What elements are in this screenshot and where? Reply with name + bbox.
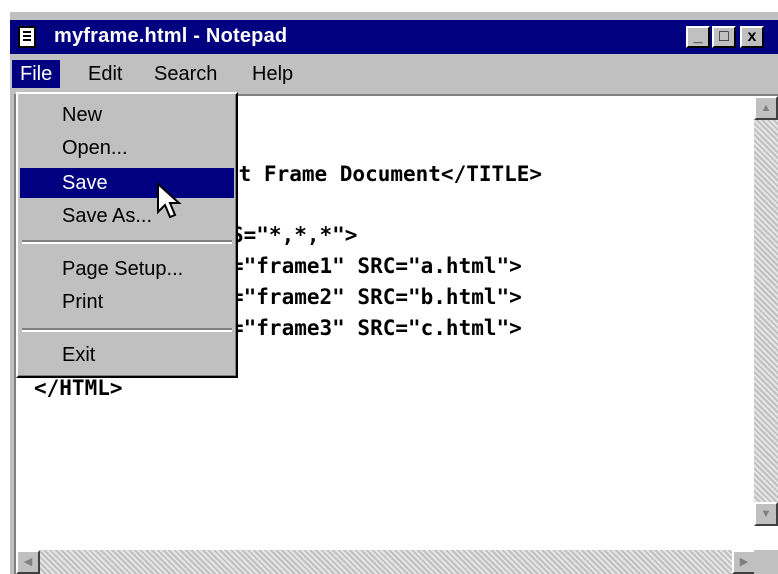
scroll-up-button[interactable]: ▲ — [754, 96, 778, 120]
menu-search[interactable]: Search — [146, 60, 225, 88]
mouse-pointer-icon — [157, 182, 182, 219]
code-line: ="frame2" SRC="b.html"> — [231, 285, 522, 309]
menu-item-new[interactable]: New — [20, 100, 234, 130]
menu-edit[interactable]: Edit — [80, 60, 130, 88]
menu-bar: File Edit Search Help — [10, 56, 778, 92]
maximize-button[interactable]: □ — [712, 26, 736, 48]
menu-separator — [22, 328, 232, 332]
code-line: ="frame3" SRC="c.html"> — [231, 316, 522, 340]
minimize-button[interactable]: _ — [686, 26, 710, 48]
horizontal-scrollbar[interactable]: ◀ ▶ — [16, 550, 756, 574]
title-bar[interactable]: myframe.html - Notepad _ □ x — [10, 20, 778, 54]
window-title: myframe.html - Notepad — [54, 25, 288, 47]
code-line: st Frame Document</TITLE> — [226, 162, 543, 186]
menu-item-exit[interactable]: Exit — [20, 340, 234, 370]
scroll-down-button[interactable]: ▼ — [754, 502, 778, 526]
menu-item-save[interactable]: Save — [20, 168, 234, 198]
menu-item-print[interactable]: Print — [20, 287, 234, 317]
notepad-icon[interactable] — [18, 26, 36, 48]
code-line: ="frame1" SRC="a.html"> — [231, 254, 522, 278]
menu-file[interactable]: File — [12, 60, 61, 88]
size-grip[interactable] — [754, 550, 778, 574]
menu-item-page-setup[interactable]: Page Setup... — [20, 254, 234, 284]
code-line: S="*,*,*"> — [231, 223, 358, 247]
scroll-left-button[interactable]: ◀ — [16, 550, 40, 574]
menu-item-save-as[interactable]: Save As... — [20, 201, 234, 231]
vertical-scrollbar[interactable]: ▲ ▼ — [754, 96, 778, 526]
menu-separator — [22, 240, 232, 244]
menu-item-open[interactable]: Open... — [20, 133, 234, 163]
code-line: </HTML> — [34, 376, 123, 400]
scroll-right-button[interactable]: ▶ — [732, 550, 756, 574]
file-menu-dropdown: New Open... Save Save As... Page Setup..… — [16, 92, 238, 378]
close-button[interactable]: x — [740, 26, 764, 48]
menu-help[interactable]: Help — [244, 60, 301, 88]
